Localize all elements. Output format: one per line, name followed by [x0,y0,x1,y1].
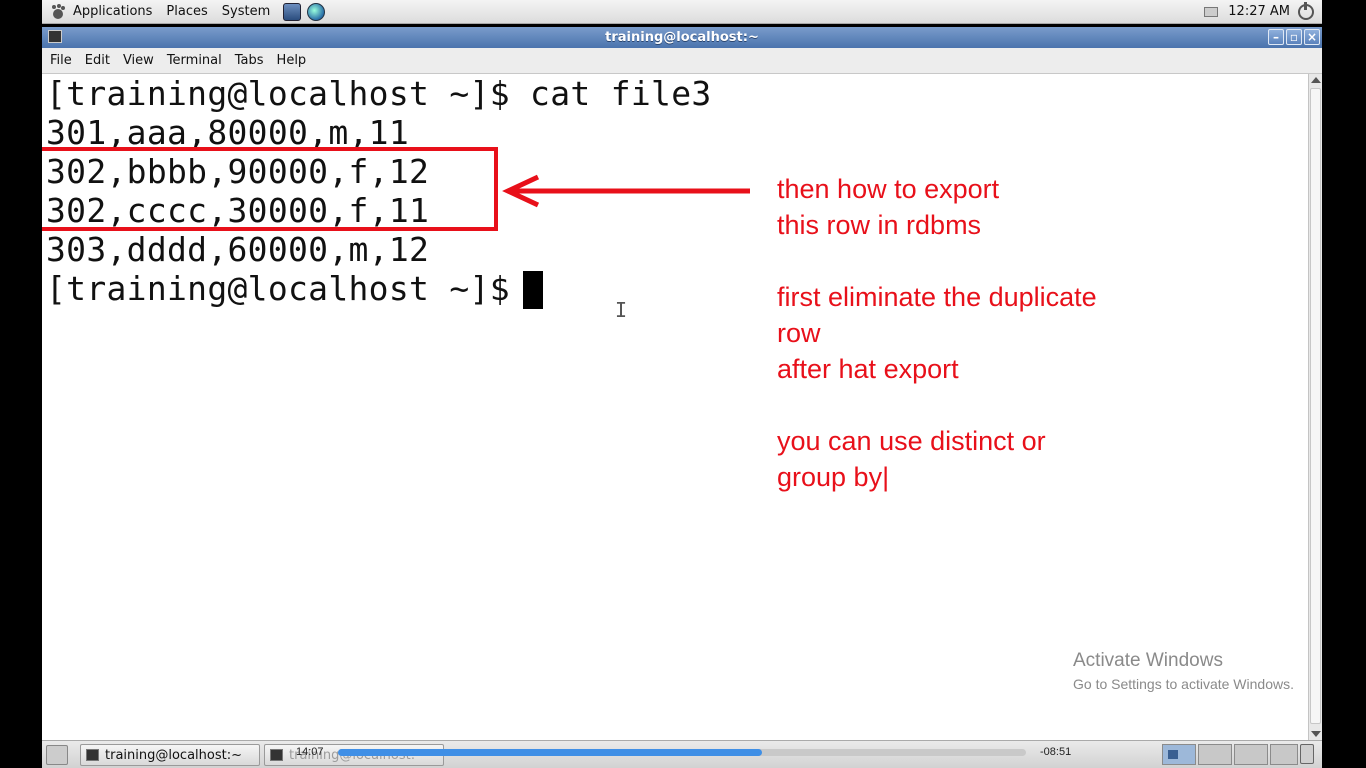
terminal-cursor [523,271,543,309]
gnome-foot-icon [50,4,66,20]
window-menu-icon[interactable] [48,30,62,43]
workspace-2[interactable] [1198,744,1232,765]
annotation-note: this row in rdbms [777,210,982,240]
panel-tray: 12:27 AM [1204,0,1322,23]
activation-watermark-title: Activate Windows [1073,650,1223,671]
menu-help[interactable]: Help [270,53,313,68]
places-menu[interactable]: Places [159,4,214,19]
shutdown-icon[interactable] [1298,1,1314,20]
annotation-arrow [502,174,750,208]
player-elapsed-time: 14:07 [296,746,324,758]
terminal-output[interactable]: [training@localhost ~]$ cat file3 301,aa… [42,74,1308,740]
player-progress-bar[interactable] [338,749,1026,756]
letterbox-right [1322,0,1366,768]
menu-edit[interactable]: Edit [78,53,116,68]
annotation-note: group by| [777,462,890,492]
workspace-1[interactable] [1162,744,1196,765]
panel-menu: Applications Places System [42,0,326,23]
scroll-down-icon[interactable] [1311,731,1321,737]
duplicate-rows-highlight [42,147,498,231]
terminal-menubar: File Edit View Terminal Tabs Help [42,48,1322,74]
annotation-note: after hat export [777,354,959,384]
top-panel: Applications Places System 12:27 AM [42,0,1322,24]
annotation-note: row [777,318,821,348]
player-progress-fill [338,749,762,756]
workspace-3[interactable] [1234,744,1268,765]
applications-menu[interactable]: Applications [66,4,159,19]
activation-watermark-subtitle: Go to Settings to activate Windows. [1073,676,1294,692]
terminal-prompt: [training@localhost ~]$ [46,269,531,308]
terminal-icon [86,749,99,761]
close-button[interactable]: × [1304,29,1320,45]
workspace-4[interactable] [1270,744,1298,765]
terminal-scrollbar[interactable] [1308,74,1322,740]
mouse-ibeam-cursor: I [615,298,628,322]
terminal-launcher-icon[interactable] [283,2,302,21]
taskbar-item-terminal[interactable]: training@localhost:~ [80,744,260,766]
minimize-button[interactable]: – [1268,29,1284,45]
network-icon[interactable] [1204,6,1219,17]
annotation-note: then how to export [777,174,1000,204]
annotation-note: first eliminate the duplicate [777,282,1097,312]
letterbox-left [0,0,42,768]
window-thumbnail-icon [1168,750,1178,759]
browser-launcher-icon[interactable] [307,2,326,21]
terminal-line: 303,dddd,60000,m,12 [46,230,430,269]
system-menu[interactable]: System [215,4,277,19]
terminal-line: [training@localhost ~]$ cat file3 [46,74,712,113]
window-titlebar[interactable]: training@localhost:~ – ▫ × [42,27,1322,48]
scroll-up-icon[interactable] [1311,77,1321,83]
window-controls: – ▫ × [1268,29,1320,45]
panel-clock[interactable]: 12:27 AM [1228,4,1290,19]
trash-icon[interactable] [1300,744,1314,764]
maximize-button[interactable]: ▫ [1286,29,1302,45]
scrollbar-thumb[interactable] [1310,88,1321,724]
window-title: training@localhost:~ [605,30,759,45]
terminal-icon [270,749,283,761]
show-desktop-icon[interactable] [46,745,68,765]
menu-view[interactable]: View [116,53,160,68]
menu-tabs[interactable]: Tabs [228,53,270,68]
menu-file[interactable]: File [42,53,78,68]
menu-terminal[interactable]: Terminal [160,53,228,68]
taskbar-item-label: training@localhost:~ [105,747,242,763]
annotation-note: you can use distinct or [777,426,1046,456]
player-remaining-time: -08:51 [1040,746,1072,758]
